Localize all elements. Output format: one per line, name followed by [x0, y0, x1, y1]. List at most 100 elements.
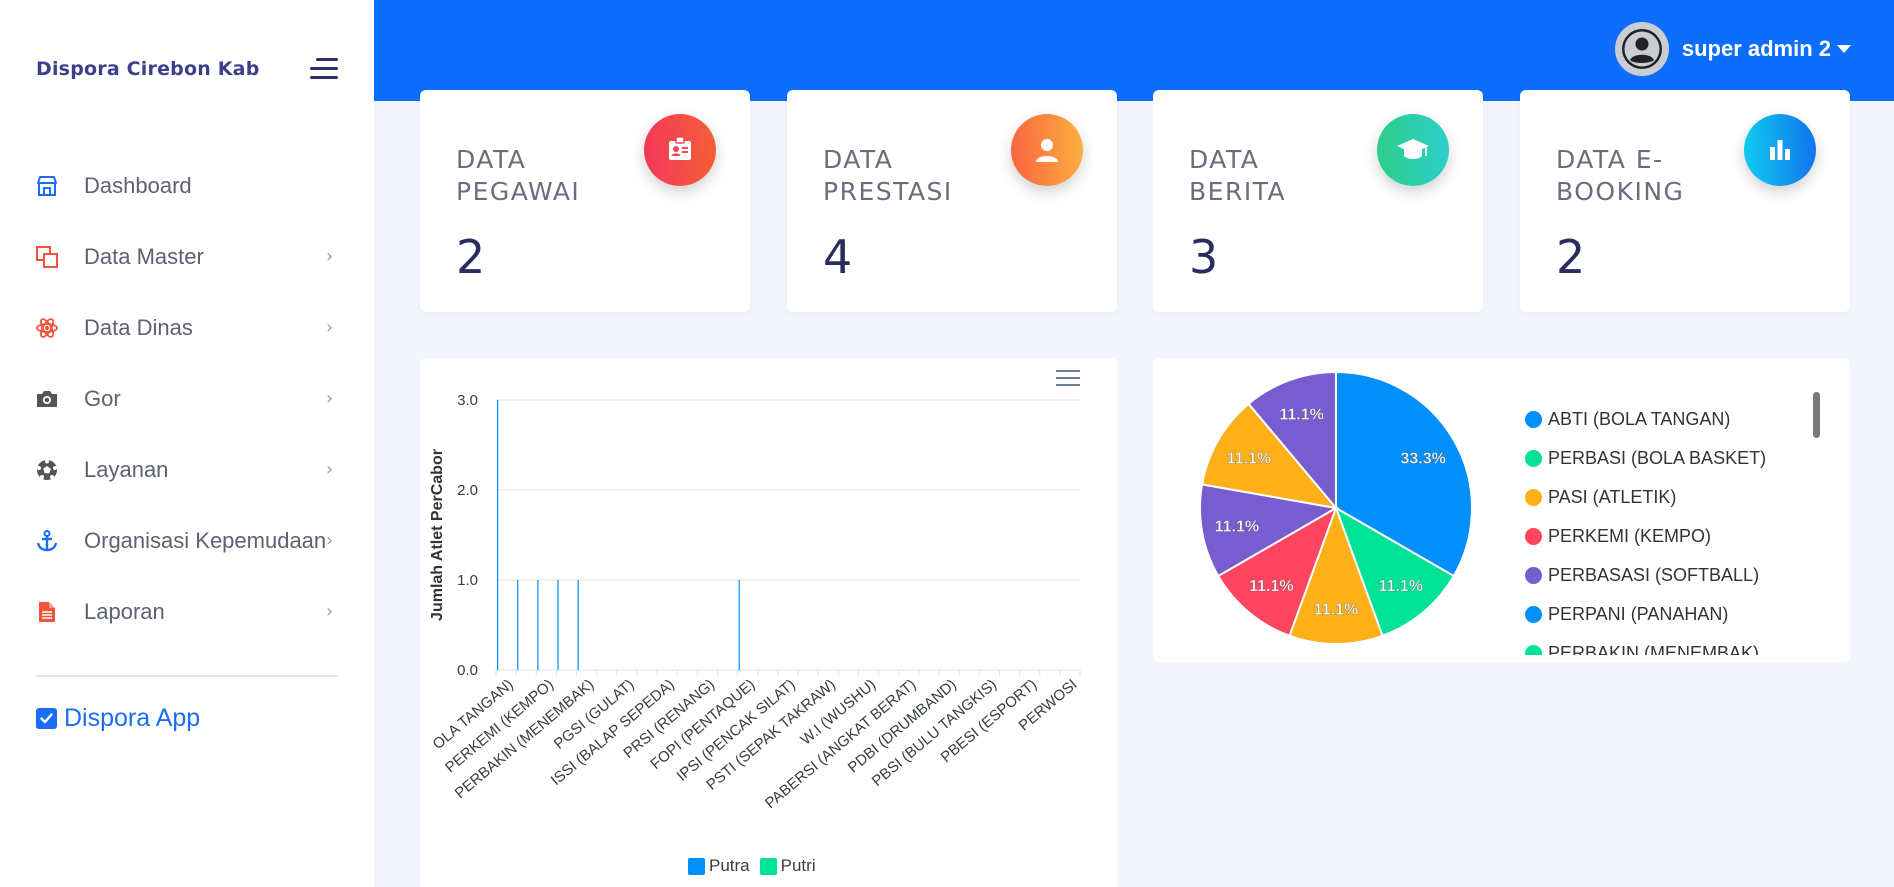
bar-putra [517, 580, 519, 670]
chevron-right-icon: › [326, 317, 334, 338]
pie-legend-item[interactable]: PERPANI (PANAHAN) [1525, 595, 1825, 634]
chart-menu-icon[interactable] [1056, 370, 1080, 388]
pie-legend-item[interactable]: PERBASI (BOLA BASKET) [1525, 439, 1825, 478]
legend-label: Putri [780, 856, 816, 875]
pie-legend-item[interactable]: PASI (ATLETIK) [1525, 478, 1825, 517]
user-menu[interactable]: super admin 2 [1614, 22, 1851, 76]
dispora-app-link[interactable]: Dispora App [36, 704, 200, 733]
pie-legend-item[interactable]: ABTI (BOLA TANGAN) [1525, 400, 1825, 439]
sidebar-item-organisasi-kepemudaan[interactable]: Organisasi Kepemudaan › [0, 505, 374, 576]
pie-legend-item[interactable]: PERBASASI (SOFTBALL) [1525, 556, 1825, 595]
legend-marker [1525, 606, 1542, 623]
card-title-line: PRESTASI [823, 177, 953, 206]
bar-putra [537, 580, 539, 670]
card-value: 4 [823, 230, 853, 284]
card-title: DATA PEGAWAI [456, 144, 580, 208]
sidebar-toggle-icon[interactable] [310, 58, 338, 80]
pie-legend-item[interactable]: PERBAKIN (MENEMBAK) [1525, 634, 1825, 655]
pie-slice-label: 11.1% [1249, 578, 1293, 595]
chevron-right-icon: › [326, 459, 334, 480]
bar-putra [557, 580, 559, 670]
sidebar-item-label: Organisasi Kepemudaan [84, 527, 327, 553]
legend-label: PERBASI (BOLA BASKET) [1548, 448, 1767, 468]
pie-chart-legend: ABTI (BOLA TANGAN) PERBASI (BOLA BASKET) P… [1525, 400, 1825, 655]
camera-icon [34, 386, 60, 412]
y-axis-label: Jumlah Atlet PerCabor [429, 449, 446, 621]
pie-slice-label: 11.1% [1227, 451, 1271, 468]
legend-marker [1525, 567, 1542, 584]
chevron-right-icon: › [326, 601, 334, 622]
legend-label: PASI (ATLETIK) [1548, 487, 1677, 507]
sidebar-divider [36, 675, 338, 677]
sidebar-item-label: Gor [84, 385, 121, 411]
y-tick-label: 0.0 [457, 662, 478, 679]
sidebar-item-label: Layanan [84, 456, 169, 482]
stat-card-berita[interactable]: DATA BERITA 3 [1153, 90, 1483, 312]
pie-slice-label: 11.1% [1378, 578, 1422, 595]
sidebar-item-label: Laporan [84, 598, 165, 624]
stat-card-e-booking[interactable]: DATA E- BOOKING 2 [1520, 90, 1850, 312]
graduation-cap-icon [1377, 114, 1449, 186]
sidebar-item-label: Data Master [84, 243, 204, 269]
pie-chart: 33.3% 11.1% 11.1% 11.1% 11.1% 11.1% 11.1% [1199, 370, 1473, 645]
legend-marker [1525, 645, 1542, 655]
file-icon [34, 599, 60, 625]
check-square-icon [36, 708, 57, 729]
pie-slice-label: 11.1% [1314, 602, 1358, 619]
caret-down-icon [1837, 45, 1851, 53]
legend-label: ABTI (BOLA TANGAN) [1548, 409, 1731, 429]
user-icon [1011, 114, 1083, 186]
card-value: 2 [1556, 230, 1586, 284]
legend-item-putra[interactable]: Putra [688, 856, 750, 876]
atom-icon [34, 315, 60, 341]
legend-swatch [688, 857, 705, 875]
sidebar-item-data-master[interactable]: Data Master › [0, 221, 374, 292]
legend-marker [1525, 528, 1542, 545]
sidebar-item-gor[interactable]: Gor › [0, 363, 374, 434]
sidebar-nav: Dashboard Data Master › Data Dinas › Gor… [0, 150, 374, 647]
legend-swatch [759, 857, 777, 875]
clone-icon [34, 244, 60, 270]
legend-label: PERKEMI (KEMPO) [1548, 526, 1712, 546]
stat-card-prestasi[interactable]: DATA PRESTASI 4 [787, 90, 1117, 312]
card-title-line: DATA [823, 145, 894, 174]
y-tick-label: 1.0 [457, 572, 478, 589]
chevron-right-icon: › [326, 388, 334, 409]
store-icon [34, 173, 60, 199]
card-title: DATA E- BOOKING [1556, 144, 1684, 208]
sidebar-item-laporan[interactable]: Laporan › [0, 576, 374, 647]
pie-slice-label: 11.1% [1279, 406, 1323, 423]
bar-chart-legend: Putra Putri [688, 856, 826, 876]
card-title: DATA BERITA [1189, 144, 1286, 208]
card-title-line: BERITA [1189, 177, 1287, 206]
chart-bar-icon [1744, 114, 1816, 186]
pie-chart-panel: 33.3% 11.1% 11.1% 11.1% 11.1% 11.1% 11.1% ABTI… [1153, 358, 1850, 662]
sidebar-item-layanan[interactable]: Layanan › [0, 434, 374, 505]
bar-putra [577, 580, 579, 670]
legend-item-putri[interactable]: Putri [759, 856, 816, 876]
futbol-icon [34, 457, 60, 483]
avatar [1614, 22, 1669, 76]
brand-logo-text[interactable]: Dispora Cirebon Kab [36, 58, 260, 80]
card-title-line: DATA E- [1556, 145, 1664, 174]
card-title-line: BOOKING [1556, 177, 1685, 206]
chevron-right-icon: › [326, 530, 334, 551]
legend-label: PERBASASI (SOFTBALL) [1548, 565, 1760, 585]
id-badge-icon [644, 114, 716, 186]
stat-card-pegawai[interactable]: DATA PEGAWAI 2 [420, 90, 750, 312]
legend-marker [1525, 450, 1542, 467]
sidebar-item-data-dinas[interactable]: Data Dinas › [0, 292, 374, 363]
anchor-icon [34, 528, 60, 554]
pie-legend-item[interactable]: PERKEMI (KEMPO) [1525, 517, 1825, 556]
card-title-line: DATA [1189, 145, 1260, 174]
legend-marker [1525, 489, 1542, 506]
legend-scrollbar[interactable] [1813, 392, 1820, 438]
legend-label: PERPANI (PANAHAN) [1548, 604, 1729, 624]
legend-label: Putra [709, 856, 750, 875]
card-title-line: DATA [456, 145, 527, 174]
bar-putra [738, 580, 740, 670]
pie-slice-label: 33.3% [1400, 451, 1445, 468]
sidebar-item-label: Data Dinas [84, 314, 193, 340]
chevron-right-icon: › [326, 246, 334, 267]
sidebar-item-dashboard[interactable]: Dashboard [0, 150, 374, 221]
